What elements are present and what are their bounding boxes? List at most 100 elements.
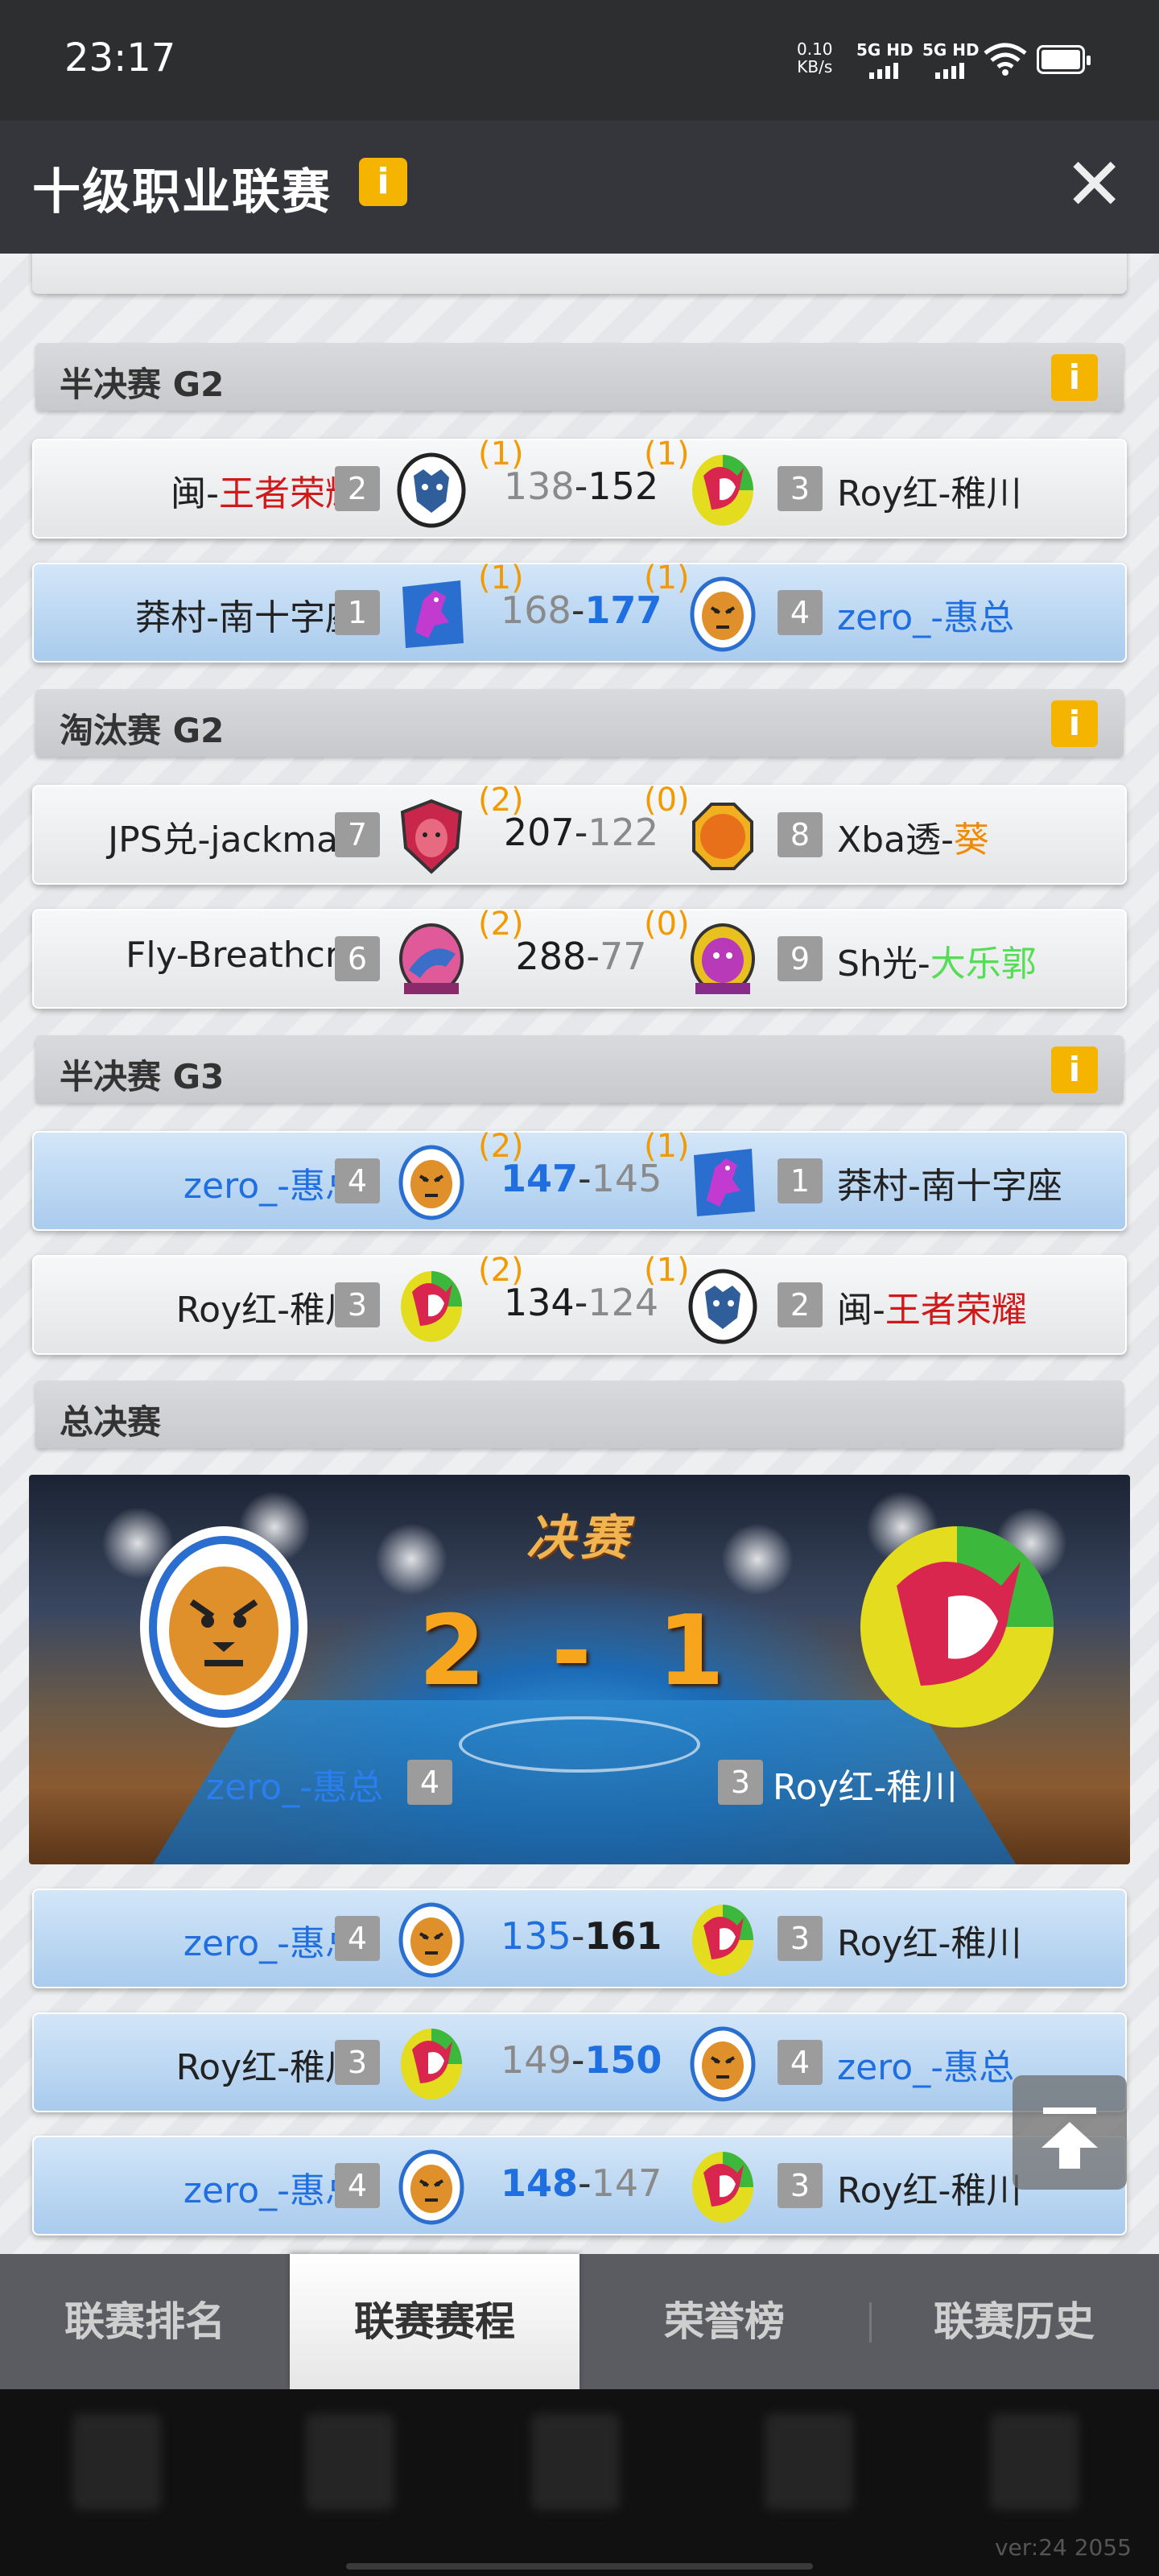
match-score: 148-147	[501, 2161, 662, 2205]
tiger-logo-icon	[398, 1902, 464, 1978]
left-team-name: Fly-Breathcry	[126, 935, 361, 976]
net-speed-unit: KB/s	[797, 57, 833, 76]
close-button[interactable]: ✕	[1064, 145, 1124, 225]
match-score: 207-122	[503, 811, 659, 854]
tiger-logo-icon	[690, 2026, 756, 2102]
final-banner[interactable]: 决赛 2 - 1 zero_-惠总 4 3 Roy红-稚川	[29, 1475, 1130, 1864]
section-title: 淘汰赛 G2	[60, 711, 225, 750]
title-bar: 十级职业联赛 i ✕	[0, 121, 1159, 254]
right-team-name: zero_-惠总	[837, 597, 1015, 638]
left-seed-badge: 1	[335, 590, 380, 635]
right-team-name: Roy红-稚川	[837, 1923, 1022, 1964]
left-seed-badge: 6	[335, 936, 380, 981]
home-indicator[interactable]	[346, 2563, 813, 2570]
right-series-wins: (0)	[644, 906, 690, 943]
section-header: 总决赛	[35, 1381, 1124, 1448]
blurred-nav-icon	[531, 2413, 620, 2510]
right-team-name: Xba透-葵	[837, 819, 989, 861]
right-team-name: zero_-惠总	[837, 2047, 1015, 2088]
left-seed-badge: 2	[335, 466, 380, 511]
bottom-tab-bar: 联赛排名 联赛赛程 荣誉榜 联赛历史	[0, 2254, 1159, 2389]
purple-dragon-logo-icon	[694, 1149, 755, 1216]
unicorn-logo-icon	[692, 455, 753, 526]
tab-league-ranking[interactable]: 联赛排名	[0, 2254, 290, 2389]
purple-dragon-logo-icon	[402, 580, 464, 648]
net-speed: 0.10 KB/s	[797, 40, 833, 76]
left-team-name: Roy红-稚川	[175, 1290, 361, 1331]
page-title: 十级职业联赛	[32, 164, 332, 221]
right-seed-badge: 8	[777, 812, 823, 857]
match-score: 147-145	[501, 1157, 662, 1200]
right-series-wins: (1)	[644, 436, 690, 473]
tab-honor-roll[interactable]: 荣誉榜	[580, 2254, 869, 2389]
tab-separator	[869, 2302, 872, 2343]
right-series-wins: (1)	[644, 559, 690, 597]
section-info-button[interactable]: i	[1051, 1046, 1098, 1093]
match-score: 134-124	[503, 1281, 659, 1324]
tiger-logo-icon	[690, 576, 756, 652]
unicorn-logo-icon	[860, 1526, 1054, 1728]
match-row[interactable]: Roy红-稚川 3 149-150 4 zero_-惠总	[32, 2013, 1127, 2112]
right-seed-badge: 9	[777, 936, 823, 981]
right-seed-badge: 2	[777, 1282, 823, 1327]
battery-icon	[1037, 45, 1091, 74]
right-seed-badge: 3	[777, 2163, 823, 2208]
match-row[interactable]: 闽-王者荣耀 2 (1) 138-152 (1) 3 Roy红-稚川	[32, 436, 1127, 539]
unicorn-logo-icon	[401, 2029, 462, 2099]
match-score: 149-150	[501, 2038, 662, 2082]
left-team-name: zero_-惠总	[183, 2170, 361, 2211]
right-series-wins: (0)	[644, 782, 690, 819]
tab-league-schedule[interactable]: 联赛赛程	[290, 2254, 580, 2389]
right-team-name: 闽-王者荣耀	[837, 1290, 1027, 1331]
match-row[interactable]: Fly-Breathcry 6 (2) 288-77 (0) 9 Sh光-大乐郭	[32, 906, 1127, 1009]
left-team-name: Roy红-稚川	[175, 2047, 361, 2088]
match-row[interactable]: zero_-惠总 4 135-161 3 Roy红-稚川	[32, 1889, 1127, 1988]
match-row[interactable]: JPS兑-jackman 7 (2) 207-122 (0) 8 Xba透-葵	[32, 782, 1127, 885]
section-info-button[interactable]: i	[1051, 354, 1098, 401]
final-left-seed-badge: 4	[407, 1760, 452, 1805]
signal-label-1: 5G HD	[856, 40, 914, 60]
schedule-list[interactable]: 半决赛 G2 i 闽-王者荣耀 2 (1) 138-152 (1) 3 Roy红…	[0, 254, 1159, 2254]
left-seed-badge: 3	[335, 2040, 380, 2085]
section-title: 总决赛	[60, 1402, 162, 1442]
blurred-nav-icon	[990, 2413, 1079, 2510]
right-seed-badge: 3	[777, 1916, 823, 1961]
right-team-name: Sh光-大乐郭	[837, 943, 1037, 985]
left-seed-badge: 7	[335, 812, 380, 857]
tiger-logo-icon	[398, 1145, 464, 1220]
arrow-up-icon	[1041, 2122, 1098, 2148]
tiger-logo-icon	[398, 2149, 464, 2225]
tab-league-history[interactable]: 联赛历史	[869, 2254, 1159, 2389]
orange-octagon-logo-icon	[692, 803, 753, 870]
match-row[interactable]: zero_-惠总 4 148-147 3 Roy红-稚川	[32, 2136, 1127, 2235]
right-seed-badge: 4	[777, 590, 823, 635]
left-team-name: zero_-惠总	[183, 1923, 361, 1964]
match-score: 168-177	[501, 588, 662, 632]
signal-label-2: 5G HD	[922, 40, 980, 60]
match-score: 135-161	[501, 1914, 662, 1958]
right-seed-badge: 3	[777, 466, 823, 511]
status-time: 23:17	[64, 35, 176, 80]
wifi-icon	[984, 42, 1027, 86]
match-score: 288-77	[515, 935, 647, 978]
scroll-to-top-button[interactable]	[1013, 2075, 1127, 2190]
right-seed-badge: 4	[777, 2040, 823, 2085]
right-series-wins: (1)	[644, 1252, 690, 1289]
match-row[interactable]: zero_-惠总 4 (2) 147-145 (1) 1 莽村-南十字座	[32, 1128, 1127, 1231]
title-info-button[interactable]: i	[359, 158, 407, 206]
unicorn-logo-icon	[692, 2152, 753, 2223]
right-series-wins: (1)	[644, 1128, 690, 1165]
partial-match-row	[32, 254, 1127, 294]
right-team-name: Roy红-稚川	[837, 2170, 1022, 2211]
match-score: 138-152	[503, 464, 659, 508]
match-row[interactable]: 莽村-南十字座 1 (1) 168-177 (1) 4 zero_-惠总	[32, 559, 1127, 663]
match-row[interactable]: Roy红-稚川 3 (2) 134-124 (1) 2 闽-王者荣耀	[32, 1252, 1127, 1355]
left-seed-badge: 4	[335, 1916, 380, 1961]
left-seed-badge: 4	[335, 1158, 380, 1203]
left-team-name: zero_-惠总	[183, 1166, 361, 1207]
unicorn-logo-icon	[401, 1271, 462, 1342]
section-header: 半决赛 G3 i	[35, 1035, 1124, 1103]
left-team-name: 闽-王者荣耀	[171, 473, 361, 514]
section-info-button[interactable]: i	[1051, 700, 1098, 747]
lynx-logo-white-icon	[688, 1269, 757, 1344]
